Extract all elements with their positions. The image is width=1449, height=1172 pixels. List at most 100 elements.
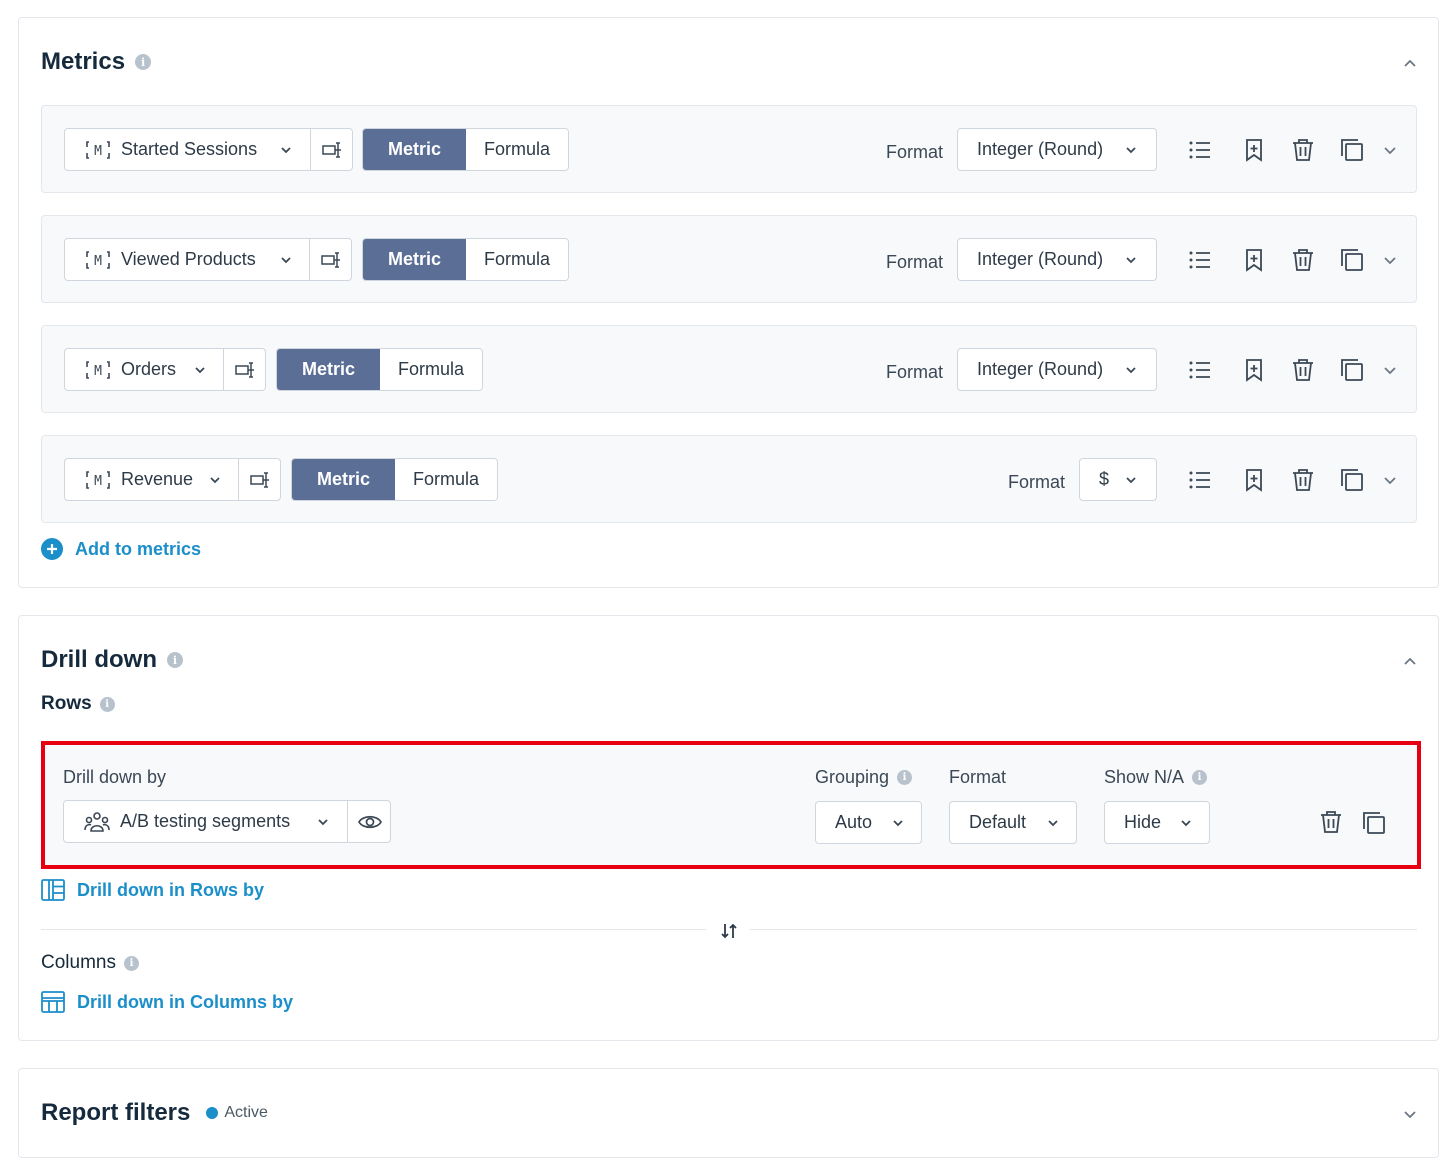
- expand-row-icon[interactable]: [1382, 362, 1398, 378]
- metric-select[interactable]: M Viewed Products: [64, 238, 352, 281]
- drilldown-columns-link[interactable]: Drill down in Columns by: [41, 991, 293, 1013]
- info-icon[interactable]: i: [897, 770, 913, 785]
- svg-text:M: M: [94, 254, 102, 269]
- rows-layout-icon: [41, 879, 65, 901]
- report-filters-panel[interactable]: Report filters Active: [18, 1068, 1439, 1158]
- copy-icon[interactable]: [1339, 467, 1365, 493]
- metric-tab[interactable]: Metric: [292, 459, 395, 500]
- metric-row: M Orders Metric Formula Format Integer (…: [41, 325, 1417, 413]
- swap-icon[interactable]: [719, 921, 739, 941]
- metric-row: M Viewed Products Metric Formula Format …: [41, 215, 1417, 303]
- trash-icon[interactable]: [1290, 137, 1316, 163]
- pin-icon[interactable]: [320, 249, 342, 271]
- pin-icon[interactable]: [249, 469, 271, 491]
- drilldown-by-label: Drill down by: [63, 767, 167, 787]
- format-label: Format: [886, 362, 944, 382]
- show-na-select[interactable]: Hide: [1104, 801, 1210, 844]
- list-icon[interactable]: [1187, 137, 1213, 163]
- svg-text:M: M: [94, 474, 102, 489]
- chevron-down-icon: [1126, 367, 1136, 374]
- format-select[interactable]: Integer (Round): [957, 128, 1157, 171]
- plus-circle-icon: [41, 538, 63, 560]
- list-icon[interactable]: [1187, 247, 1213, 273]
- metric-formula-toggle: Metric Formula: [276, 348, 483, 391]
- info-icon[interactable]: i: [99, 696, 115, 712]
- format-select[interactable]: Integer (Round): [957, 238, 1157, 281]
- metric-tab[interactable]: Metric: [363, 239, 466, 280]
- bookmark-add-icon[interactable]: [1241, 467, 1267, 493]
- grouping-select[interactable]: Auto: [815, 801, 922, 844]
- drilldown-format-select[interactable]: Default: [949, 801, 1077, 844]
- expand-filters-icon[interactable]: [1402, 1106, 1418, 1122]
- drilldown-by-select[interactable]: A/B testing segments: [63, 800, 391, 843]
- format-label: Format: [886, 252, 944, 272]
- info-icon[interactable]: i: [123, 955, 139, 971]
- chevron-down-icon: [281, 147, 291, 154]
- divider: [750, 929, 1417, 930]
- bookmark-add-icon[interactable]: [1241, 137, 1267, 163]
- list-icon[interactable]: [1187, 467, 1213, 493]
- copy-icon[interactable]: [1339, 247, 1365, 273]
- trash-icon[interactable]: [1290, 467, 1316, 493]
- drilldown-rows-link[interactable]: Drill down in Rows by: [41, 879, 264, 901]
- bookmark-add-icon[interactable]: [1241, 247, 1267, 273]
- metric-tab[interactable]: Metric: [363, 129, 466, 170]
- drilldown-title: Drill down i: [41, 646, 183, 674]
- bookmark-add-icon[interactable]: [1241, 357, 1267, 383]
- metrics-panel: Metrics i M Started Sessions Metric Form…: [18, 17, 1439, 588]
- show-na-label: Show N/A i: [1104, 767, 1208, 788]
- metric-m-icon: M: [85, 359, 111, 381]
- chevron-down-icon: [318, 819, 328, 826]
- trash-icon[interactable]: [1290, 357, 1316, 383]
- pin-icon[interactable]: [321, 139, 343, 161]
- columns-title: Columns i: [41, 952, 139, 974]
- metric-select[interactable]: M Revenue: [64, 458, 281, 501]
- chevron-down-icon: [1126, 147, 1136, 154]
- metric-formula-toggle: Metric Formula: [362, 238, 569, 281]
- eye-icon[interactable]: [358, 811, 382, 833]
- format-label: Format: [886, 142, 944, 162]
- svg-text:M: M: [94, 364, 102, 379]
- formula-tab[interactable]: Formula: [466, 239, 568, 280]
- trash-icon[interactable]: [1290, 247, 1316, 273]
- metric-m-icon: M: [85, 139, 111, 161]
- chevron-down-icon: [1181, 820, 1191, 827]
- segments-icon: [84, 811, 110, 832]
- formula-tab[interactable]: Formula: [466, 129, 568, 170]
- svg-text:M: M: [94, 144, 102, 159]
- collapse-metrics-icon[interactable]: [1402, 56, 1418, 72]
- expand-row-icon[interactable]: [1382, 252, 1398, 268]
- chevron-down-icon: [893, 820, 903, 827]
- info-icon[interactable]: i: [167, 652, 183, 668]
- expand-row-icon[interactable]: [1382, 472, 1398, 488]
- formula-tab[interactable]: Formula: [395, 459, 497, 500]
- chevron-down-icon: [1048, 820, 1058, 827]
- metric-select[interactable]: M Started Sessions: [64, 128, 353, 171]
- metric-select[interactable]: M Orders: [64, 348, 266, 391]
- add-to-metrics-button[interactable]: Add to metrics: [41, 538, 201, 560]
- list-icon[interactable]: [1187, 357, 1213, 383]
- chevron-down-icon: [195, 367, 205, 374]
- report-filters-title: Report filters Active: [41, 1099, 268, 1126]
- info-icon[interactable]: i: [135, 54, 152, 70]
- columns-layout-icon: [41, 991, 65, 1013]
- metrics-title: Metrics i: [41, 48, 152, 76]
- format-select[interactable]: Integer (Round): [957, 348, 1157, 391]
- format-select[interactable]: $: [1079, 458, 1157, 501]
- trash-icon[interactable]: [1318, 809, 1344, 835]
- metric-tab[interactable]: Metric: [277, 349, 380, 390]
- formula-tab[interactable]: Formula: [380, 349, 482, 390]
- rows-title: Rows i: [41, 693, 115, 715]
- collapse-drilldown-icon[interactable]: [1402, 654, 1418, 670]
- grouping-label: Grouping i: [815, 767, 913, 788]
- copy-icon[interactable]: [1339, 357, 1365, 383]
- metric-m-icon: M: [85, 249, 111, 271]
- chevron-down-icon: [210, 477, 220, 484]
- pin-icon[interactable]: [234, 359, 256, 381]
- copy-icon[interactable]: [1339, 137, 1365, 163]
- drilldown-row-highlight: Drill down by A/B testing segments Group…: [41, 741, 1421, 869]
- copy-icon[interactable]: [1361, 810, 1387, 836]
- expand-row-icon[interactable]: [1382, 142, 1398, 158]
- info-icon[interactable]: i: [1192, 770, 1208, 785]
- metric-row: M Started Sessions Metric Formula Format…: [41, 105, 1417, 193]
